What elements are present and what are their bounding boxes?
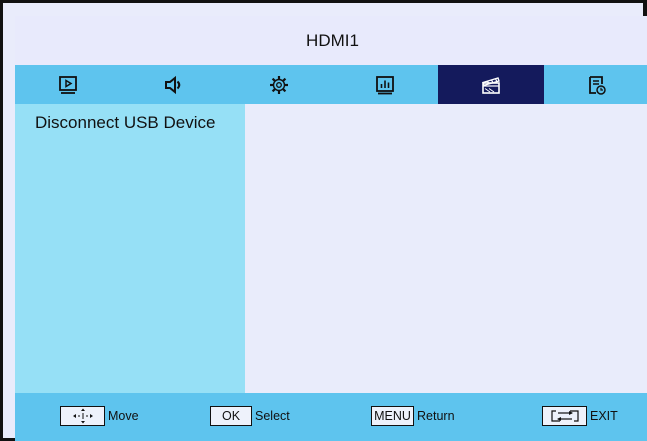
content-area [245, 104, 647, 393]
return-label: Return [417, 409, 455, 423]
key-hint-bar: Move OK Select MENU Return EXIT [15, 393, 647, 441]
source-title: HDMI1 [306, 30, 359, 50]
hint-return: MENU Return [371, 406, 455, 426]
tab-schedule[interactable] [544, 65, 647, 104]
exit-label: EXIT [590, 409, 618, 423]
menu-item-disconnect-usb[interactable]: Disconnect USB Device [35, 113, 215, 133]
move-label: Move [108, 409, 139, 423]
hint-exit: EXIT [542, 406, 618, 426]
menu-key: MENU [371, 406, 414, 426]
submenu-panel: Disconnect USB Device [15, 104, 245, 393]
dpad-arrows-icon [72, 408, 93, 424]
move-key [60, 406, 105, 426]
picture-icon [58, 75, 77, 94]
clapperboard-icon [482, 76, 500, 94]
source-title-bar: HDMI1 [15, 16, 647, 65]
tab-settings[interactable] [227, 65, 333, 104]
menu-tab-bar [15, 65, 647, 104]
select-label: Select [255, 409, 290, 423]
tab-display[interactable] [332, 65, 438, 104]
exit-key [542, 406, 587, 426]
tab-media[interactable] [438, 65, 544, 104]
bar-chart-icon [376, 75, 395, 94]
tab-audio[interactable] [121, 65, 227, 104]
schedule-icon [588, 75, 606, 95]
swap-arrows-icon [550, 410, 579, 422]
gear-icon [270, 75, 289, 94]
osd-window: HDMI1 Disconnect USB Device Move OK Sele… [0, 0, 647, 441]
hint-select: OK Select [210, 406, 290, 426]
hint-move: Move [60, 406, 139, 426]
speaker-icon [164, 75, 180, 94]
tab-picture[interactable] [15, 65, 121, 104]
ok-key: OK [210, 406, 252, 426]
